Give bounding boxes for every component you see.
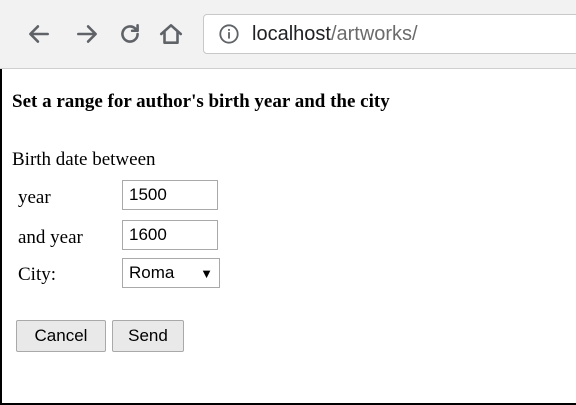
dropdown-caret-icon: ▼ (200, 265, 213, 281)
reload-icon (121, 24, 139, 43)
cancel-button[interactable]: Cancel (16, 320, 106, 352)
url-host: localhost (252, 22, 331, 45)
home-icon (159, 24, 183, 44)
send-button[interactable]: Send (112, 320, 184, 352)
address-bar[interactable]: localhost/artworks/ (203, 14, 576, 54)
year-to-label: and year (18, 227, 83, 248)
url-text: localhost/artworks/ (252, 23, 418, 46)
page-heading: Set a range for author's birth year and … (12, 91, 390, 112)
year-from-label: year (18, 187, 51, 208)
page-content: Set a range for author's birth year and … (12, 69, 576, 405)
reload-button[interactable] (113, 17, 147, 51)
back-icon (29, 25, 49, 43)
city-label: City: (18, 264, 57, 285)
url-path: /artworks/ (330, 22, 418, 45)
birth-date-label: Birth date between (12, 149, 156, 170)
year-to-input[interactable] (122, 220, 218, 250)
city-select[interactable]: Roma ▼ (122, 258, 220, 288)
back-button[interactable] (22, 17, 56, 51)
year-from-input[interactable] (122, 180, 218, 210)
browser-toolbar: localhost/artworks/ (0, 0, 576, 69)
home-button[interactable] (154, 17, 188, 51)
forward-button[interactable] (70, 17, 104, 51)
city-selected-value: Roma (129, 263, 175, 282)
forward-icon (77, 25, 97, 43)
info-icon[interactable] (218, 23, 240, 45)
